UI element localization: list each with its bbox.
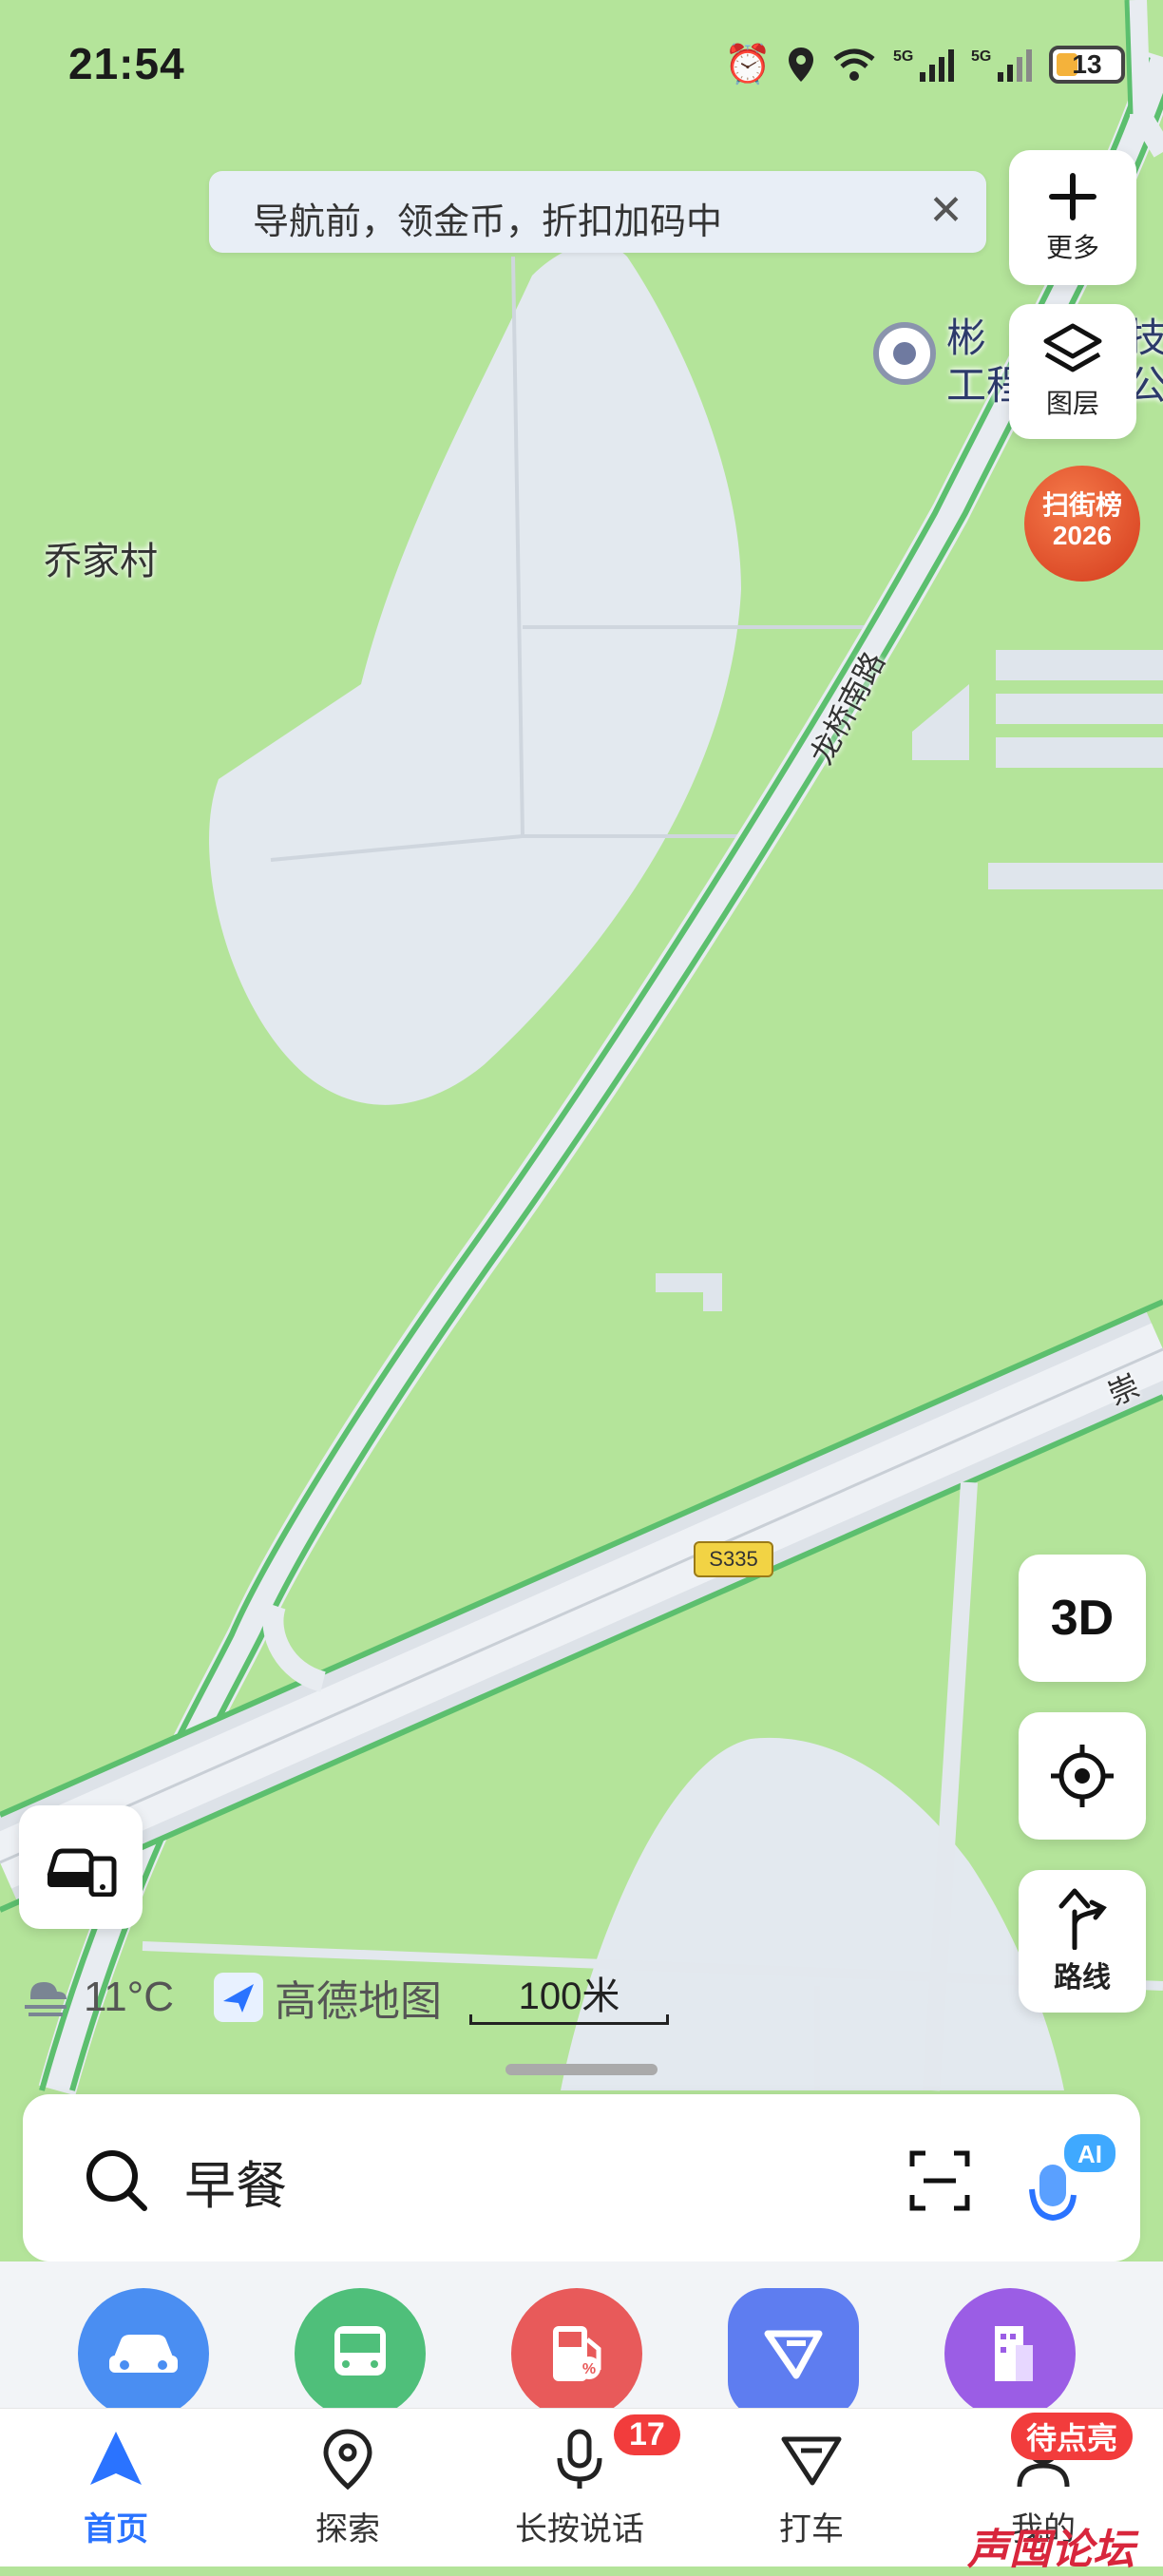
voice-badge: 17 [614, 2414, 680, 2455]
promo-banner-text: 导航前，领金币，折扣加码中 [253, 202, 723, 242]
car-connect-button[interactable] [19, 1805, 143, 1929]
village-label: 乔家村 [44, 541, 158, 582]
home-nav-icon [90, 2432, 142, 2485]
more-label: 更多 [1045, 233, 1099, 262]
rank-line2: 2026 [1052, 521, 1113, 550]
car-entry-button[interactable] [78, 2288, 209, 2419]
taxi-icon [764, 2330, 823, 2379]
tab-taxi-label: 打车 [779, 2511, 844, 2547]
status-icons: ⏰ 5G 5G 13 [724, 42, 1125, 86]
scale-bar: 100米 [469, 1965, 669, 2025]
tab-explore-label: 探索 [315, 2511, 380, 2547]
amap-logo-icon [214, 1973, 264, 2022]
taxi-nav-icon [781, 2436, 842, 2486]
signal-5g-icon: 5G [893, 48, 954, 82]
scale-label: 100米 [518, 1975, 620, 2017]
location-icon [789, 47, 813, 82]
layers-label: 图层 [1045, 389, 1099, 418]
locate-icon [1051, 1745, 1114, 1807]
tab-taxi[interactable]: 打车 [735, 2426, 887, 2549]
search-input[interactable]: 早餐 [184, 2144, 287, 2219]
quick-entries: % [0, 2261, 1163, 2419]
highway-shield: S335 [694, 1541, 773, 1577]
svg-text:AI: AI [1077, 2140, 1102, 2168]
close-icon[interactable]: ✕ [928, 190, 963, 232]
building [988, 863, 1163, 889]
taxi-entry-button[interactable] [728, 2288, 859, 2419]
battery-icon: 13 [1049, 45, 1125, 84]
tab-explore[interactable]: 探索 [272, 2426, 424, 2549]
svg-text:5G: 5G [971, 48, 991, 65]
tab-home-label: 首页 [84, 2511, 148, 2547]
bus-icon [334, 2326, 386, 2376]
weather-info: 11°C 高德地图 [19, 1967, 442, 2028]
microphone-icon [557, 2429, 602, 2489]
svg-text:5G: 5G [893, 48, 913, 65]
layers-button[interactable]: 图层 [1009, 304, 1136, 439]
search-bar[interactable]: 早餐 AI [23, 2094, 1140, 2261]
search-icon [86, 2150, 147, 2211]
signal-5g-icon-2: 5G [971, 48, 1032, 82]
building [996, 737, 1163, 768]
layers-icon [1043, 323, 1102, 372]
ai-voice-icon[interactable]: AI [1026, 2132, 1117, 2227]
temperature: 11°C [84, 1974, 175, 2020]
building [996, 694, 1163, 724]
building [996, 650, 1163, 680]
alarm-icon: ⏰ [724, 44, 772, 86]
route-button[interactable]: 路线 [1019, 1870, 1146, 2013]
3d-label: 3D [1050, 1591, 1115, 1646]
watermark-logo: 声囤论坛 [967, 2527, 1134, 2573]
bus-entry-button[interactable] [295, 2288, 426, 2419]
scan-icon[interactable] [906, 2147, 973, 2214]
3d-button[interactable]: 3D [1019, 1555, 1146, 1682]
street-rank-badge[interactable]: 扫街榜 2026 [1024, 466, 1140, 582]
building-icon [995, 2326, 1033, 2381]
tab-home[interactable]: 首页 [40, 2426, 192, 2549]
car-phone-icon [47, 1848, 117, 1897]
rank-line1: 扫街榜 [1041, 490, 1122, 520]
fuel-icon: % [553, 2326, 601, 2381]
fog-weather-icon [25, 1982, 67, 2016]
bottom-nav: 首页 探索 长按说话 17 打车 我的 待点亮 声囤论坛 [0, 2408, 1163, 2573]
pin-icon [323, 2429, 372, 2490]
drag-handle[interactable] [505, 2064, 658, 2075]
building-entry-button[interactable] [944, 2288, 1076, 2419]
route-icon [1058, 1888, 1107, 1950]
wifi-icon [833, 48, 875, 81]
status-bar: 21:54 ⏰ 5G 5G 13 [0, 0, 1163, 133]
mine-badge: 待点亮 [1011, 2413, 1134, 2460]
route-label: 路线 [1054, 1962, 1111, 1994]
promo-banner[interactable]: 导航前，领金币，折扣加码中 ✕ [209, 171, 986, 253]
brand-name: 高德地图 [275, 1978, 443, 2025]
tab-voice-label: 长按说话 [515, 2511, 644, 2547]
svg-text:%: % [582, 2361, 596, 2377]
status-time: 21:54 [68, 39, 185, 88]
fuel-entry-button[interactable]: % [511, 2288, 642, 2419]
more-button[interactable]: 更多 [1009, 150, 1136, 285]
locate-button[interactable] [1019, 1712, 1146, 1840]
plus-icon [1049, 173, 1096, 220]
car-icon [109, 2335, 178, 2373]
